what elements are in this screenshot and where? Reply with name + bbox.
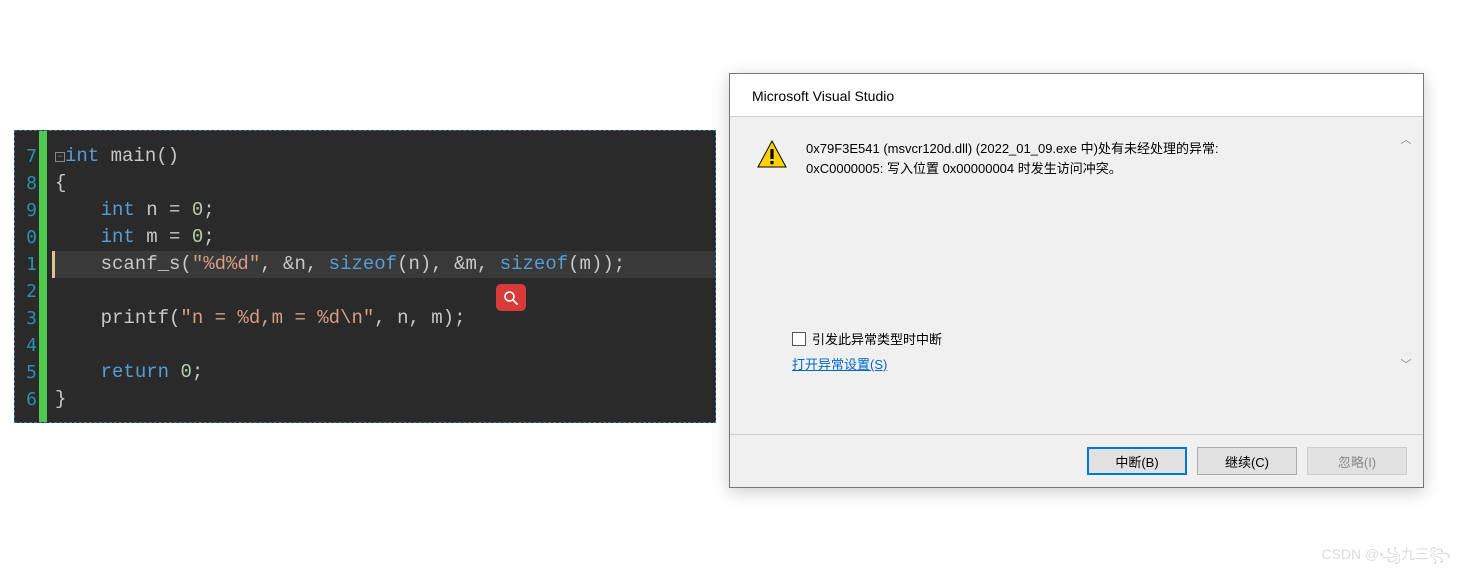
- code-line[interactable]: return 0;: [55, 359, 715, 386]
- code-line[interactable]: printf("n = %d,m = %d\n", n, m);: [55, 305, 715, 332]
- line-number: 6: [15, 386, 39, 413]
- line-number: 4: [15, 332, 39, 359]
- continue-button[interactable]: 继续(C): [1197, 447, 1297, 475]
- scroll-indicator[interactable]: ︿ ﹀: [1397, 131, 1415, 372]
- exception-message: 0x79F3E541 (msvcr120d.dll) (2022_01_09.e…: [806, 139, 1397, 422]
- dialog-buttons: 中断(B) 继续(C) 忽略(I): [730, 434, 1423, 487]
- line-number: 9: [15, 197, 39, 224]
- dialog-body: 0x79F3E541 (msvcr120d.dll) (2022_01_09.e…: [730, 116, 1423, 434]
- line-number: 1: [15, 251, 39, 278]
- chevron-down-icon[interactable]: ﹀: [1401, 356, 1412, 372]
- code-line[interactable]: [55, 332, 715, 359]
- dialog-title: Microsoft Visual Studio: [730, 74, 1423, 116]
- line-number: 0: [15, 224, 39, 251]
- open-exception-settings-link[interactable]: 打开异常设置(S): [792, 357, 887, 372]
- break-on-exception-checkbox[interactable]: 引发此异常类型时中断: [792, 329, 942, 348]
- break-button[interactable]: 中断(B): [1087, 447, 1187, 475]
- line-number: 5: [15, 359, 39, 386]
- watermark: CSDN @꧁九三꧂: [1321, 543, 1451, 572]
- code-line[interactable]: int n = 0;: [55, 197, 715, 224]
- line-number-gutter: 7890123456: [15, 131, 39, 422]
- message-line-1: 0x79F3E541 (msvcr120d.dll) (2022_01_09.e…: [806, 139, 1397, 159]
- modification-indicator: [39, 131, 47, 422]
- message-line-2: 0xC0000005: 写入位置 0x00000004 时发生访问冲突。: [806, 159, 1397, 179]
- code-editor[interactable]: 7890123456 −int main(){ int n = 0; int m…: [14, 130, 716, 423]
- code-line[interactable]: int m = 0;: [55, 224, 715, 251]
- code-content[interactable]: −int main(){ int n = 0; int m = 0; scanf…: [55, 131, 715, 422]
- line-number: 3: [15, 305, 39, 332]
- code-line[interactable]: −int main(): [55, 143, 715, 170]
- exception-dialog: Microsoft Visual Studio 0x79F3E541 (msvc…: [729, 73, 1424, 488]
- code-line[interactable]: {: [55, 170, 715, 197]
- ignore-button: 忽略(I): [1307, 447, 1407, 475]
- checkbox-icon[interactable]: [792, 332, 806, 346]
- line-number: 2: [15, 278, 39, 305]
- chevron-up-icon[interactable]: ︿: [1401, 131, 1412, 147]
- warning-icon: [756, 139, 788, 171]
- line-number: 7: [15, 143, 39, 170]
- checkbox-label: 引发此异常类型时中断: [812, 329, 942, 348]
- code-line[interactable]: [55, 278, 715, 305]
- code-line[interactable]: }: [55, 386, 715, 413]
- current-line[interactable]: scanf_s("%d%d", &n, sizeof(n), &m, sizeo…: [52, 251, 715, 278]
- line-number: 8: [15, 170, 39, 197]
- search-icon[interactable]: [496, 284, 526, 311]
